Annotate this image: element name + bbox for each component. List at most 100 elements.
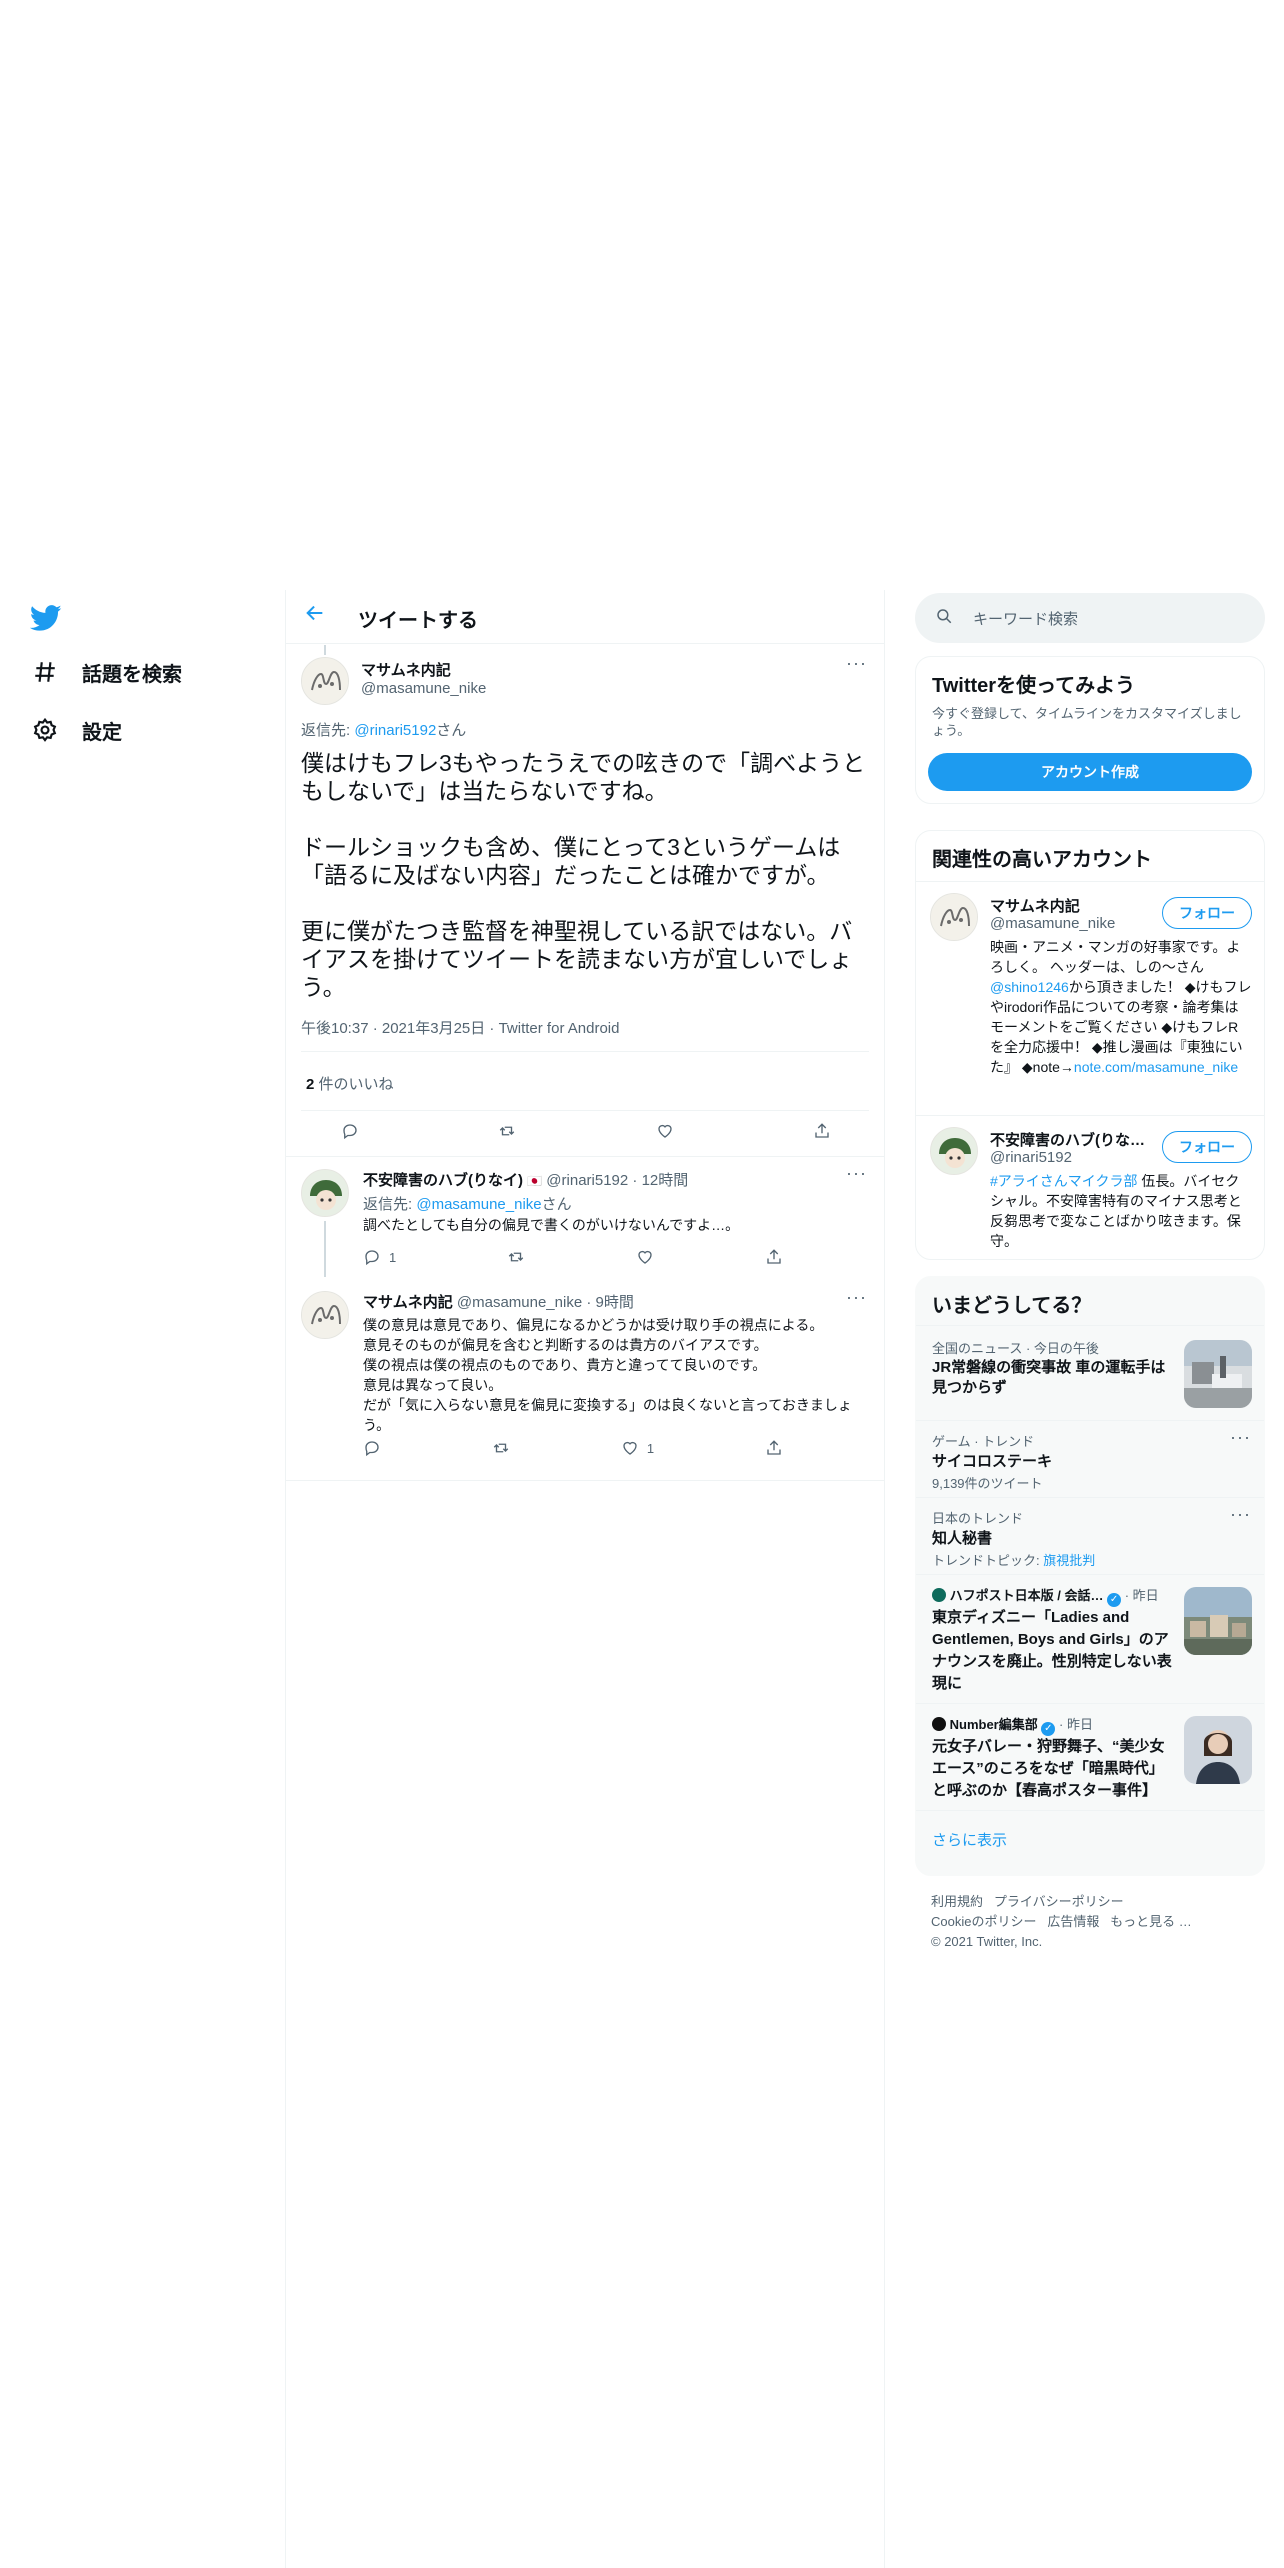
- reply-time[interactable]: · 9時間: [586, 1294, 634, 1311]
- follow-button[interactable]: フォロー: [1162, 1131, 1252, 1163]
- reply-author-handle[interactable]: @rinari5192: [546, 1172, 628, 1189]
- trend-item[interactable]: 全国のニュース · 今日の午後 JR常磐線の衝突事故 車の運転手は見つからず: [916, 1326, 1266, 1420]
- divider: [916, 1810, 1264, 1811]
- search-placeholder: キーワード検索: [973, 610, 1079, 628]
- retweet-icon[interactable]: [507, 1245, 525, 1269]
- avatar-illustration-icon: [302, 658, 348, 704]
- more-link[interactable]: もっと見る …: [1110, 1914, 1192, 1929]
- trend-item[interactable]: ハフポスト日本版 / 会話… ✓ · 昨日 東京ディズニー「Ladies and…: [916, 1575, 1266, 1703]
- reply-tweet[interactable]: 不安障害のハブ(りなイ) 🇯🇵 @rinari5192 · 12時間 ··· 返…: [286, 1157, 884, 1277]
- retweet-icon[interactable]: [498, 1119, 516, 1143]
- more-icon[interactable]: ···: [846, 653, 867, 674]
- tweet-text: 僕はけもフレ3もやったうえでの呟きので「調べようともしないで」は当たらないですね…: [301, 750, 866, 1000]
- follow-button[interactable]: フォロー: [1162, 897, 1252, 929]
- main-header: ツイートする: [286, 590, 884, 644]
- trend-meta: 日本のトレンド: [932, 1511, 1024, 1526]
- reply-author-name[interactable]: マサムネ内記: [363, 1294, 453, 1311]
- more-icon[interactable]: ···: [846, 1287, 867, 1308]
- likes-summary[interactable]: 2 件のいいね: [306, 1073, 394, 1094]
- trend-topic: トレンドトピック: 旗視批判: [932, 1550, 1095, 1569]
- trend-topic-prefix: トレンドトピック:: [932, 1553, 1044, 1568]
- show-more-link[interactable]: さらに表示: [932, 1829, 1007, 1850]
- reply-icon[interactable]: 1: [363, 1245, 396, 1269]
- flag-badge: 🇯🇵: [527, 1174, 543, 1188]
- account-handle[interactable]: @rinari5192: [990, 1149, 1072, 1166]
- tweet-timestamp[interactable]: 午後10:37 · 2021年3月25日 · Twitter for Andro…: [301, 1017, 619, 1038]
- trend-meta: · 昨日: [1059, 1717, 1093, 1732]
- divider: [301, 1110, 869, 1111]
- reply-time[interactable]: · 12時間: [632, 1172, 688, 1189]
- account-name[interactable]: マサムネ内記: [990, 895, 1080, 916]
- nav-explore-label: 話題を検索: [82, 663, 182, 686]
- reply-to-link[interactable]: @rinari5192: [354, 722, 436, 739]
- avatar[interactable]: [301, 1169, 349, 1217]
- reply-icon[interactable]: [341, 1119, 359, 1143]
- cookie-link[interactable]: Cookieのポリシー: [931, 1914, 1036, 1929]
- athlete-portrait-photo: [1184, 1716, 1252, 1784]
- trend-item[interactable]: 日本のトレンド 知人秘書 トレンドトピック: 旗視批判 ···: [916, 1498, 1266, 1574]
- trend-topic-link[interactable]: 旗視批判: [1043, 1553, 1095, 1568]
- trend-title: サイコロステーキ: [932, 1453, 1053, 1470]
- more-icon[interactable]: ···: [846, 1163, 867, 1184]
- trend-item[interactable]: Number編集部 ✓ · 昨日 元女子バレー・狩野舞子、“美少女エース”のころ…: [916, 1704, 1266, 1810]
- nav-explore[interactable]: 話題を検索: [30, 652, 182, 692]
- avatar-illustration-icon: [302, 1170, 348, 1216]
- reply-text: 調べたとしても自分の偏見で書くのがいけないんですよ…。: [363, 1217, 740, 1233]
- avatar[interactable]: [301, 657, 349, 705]
- terms-link[interactable]: 利用規約: [931, 1894, 983, 1909]
- footer-line: Cookieのポリシー 広告情報 もっと見る …: [931, 1912, 1261, 1932]
- account-handle[interactable]: @masamune_nike: [990, 915, 1115, 932]
- like-icon[interactable]: 1: [621, 1436, 654, 1460]
- avatar[interactable]: [930, 1127, 978, 1175]
- reply-author-name[interactable]: 不安障害のハブ(りなイ): [363, 1172, 523, 1189]
- account-name[interactable]: 不安障害のハブ(りな…: [990, 1129, 1145, 1150]
- account-bio: 映画・アニメ・マンガの好事家です。よろしく。 ヘッダーは、しの〜さん @shino…: [990, 937, 1252, 1077]
- trend-source-row: ハフポスト日本版 / 会話… ✓ · 昨日: [932, 1585, 1159, 1607]
- trend-item[interactable]: ゲーム · トレンド サイコロステーキ 9,139件のツイート ···: [916, 1421, 1266, 1497]
- bio-hashtag-link[interactable]: #アライさんマイクラ部: [990, 1173, 1138, 1189]
- reply-tweet[interactable]: マサムネ内記 @masamune_nike · 9時間 ··· 僕の意見は意見で…: [286, 1287, 884, 1477]
- signup-title: Twitterを使ってみよう: [932, 675, 1136, 697]
- more-icon[interactable]: ···: [1230, 1427, 1251, 1448]
- like-icon[interactable]: [636, 1245, 654, 1269]
- more-icon[interactable]: ···: [1230, 1504, 1251, 1525]
- trend-source: Number編集部: [949, 1717, 1038, 1732]
- back-arrow-icon[interactable]: [304, 602, 334, 632]
- trend-meta: ゲーム · トレンド: [932, 1434, 1035, 1449]
- trend-meta: 全国のニュース · 今日の午後: [932, 1341, 1099, 1356]
- likes-label: 件のいいね: [318, 1076, 394, 1093]
- share-icon[interactable]: [813, 1119, 831, 1143]
- divider: [916, 881, 1264, 882]
- nav-settings-label: 設定: [82, 721, 122, 744]
- footer-line: 利用規約 プライバシーポリシー: [931, 1892, 1261, 1912]
- share-icon[interactable]: [765, 1436, 783, 1460]
- search-input[interactable]: キーワード検索: [915, 593, 1265, 643]
- share-icon[interactable]: [765, 1245, 783, 1269]
- divider: [916, 1115, 1264, 1116]
- reply-text: 僕の意見は意見であり、偏見になるかどうかは受け取り手の視点による。 意見そのもの…: [363, 1317, 852, 1433]
- thread-line: [324, 1221, 326, 1277]
- reply-prefix: 返信先:: [301, 722, 351, 739]
- bio-mention-link[interactable]: @shino1246: [990, 979, 1069, 995]
- reply-to-link[interactable]: @masamune_nike: [416, 1196, 541, 1213]
- like-icon[interactable]: [656, 1119, 674, 1143]
- ads-info-link[interactable]: 広告情報: [1047, 1914, 1099, 1929]
- bio-url-link[interactable]: note.com/masamune_nike: [1074, 1059, 1238, 1075]
- reply-suffix: さん: [541, 1196, 572, 1213]
- create-account-button[interactable]: アカウント作成: [928, 753, 1252, 791]
- trend-title: 元女子バレー・狩野舞子、“美少女エース”のころをなぜ「暗黒時代」と呼ぶのか【春高…: [932, 1738, 1165, 1799]
- tweet-actions: [341, 1116, 831, 1146]
- reply-suffix: さん: [436, 722, 467, 739]
- author-name[interactable]: マサムネ内記: [361, 659, 451, 680]
- avatar[interactable]: [301, 1291, 349, 1339]
- reply-author-handle[interactable]: @masamune_nike: [457, 1294, 582, 1311]
- twitter-bird-icon[interactable]: [29, 602, 62, 634]
- avatar[interactable]: [930, 893, 978, 941]
- gear-icon: [30, 715, 60, 745]
- hashtag-icon: [30, 657, 60, 687]
- nav-settings[interactable]: 設定: [30, 710, 122, 750]
- privacy-link[interactable]: プライバシーポリシー: [994, 1894, 1124, 1909]
- reply-icon[interactable]: [363, 1436, 381, 1460]
- author-handle[interactable]: @masamune_nike: [361, 680, 486, 697]
- retweet-icon[interactable]: [492, 1436, 510, 1460]
